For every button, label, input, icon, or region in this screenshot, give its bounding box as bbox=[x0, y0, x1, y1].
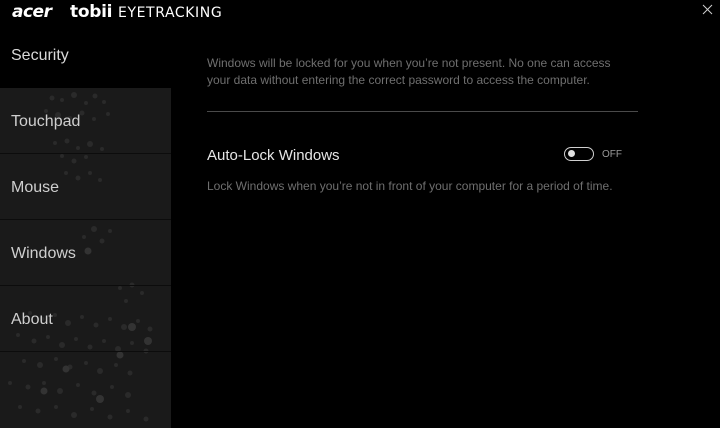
sidebar-item-security[interactable]: Security bbox=[0, 23, 171, 88]
auto-lock-toggle[interactable] bbox=[564, 147, 594, 161]
sidebar-item-label: About bbox=[11, 311, 53, 328]
main-content: Windows will be locked for you when you’… bbox=[171, 23, 720, 428]
close-button[interactable] bbox=[700, 2, 716, 18]
sidebar-item-mouse[interactable]: Mouse bbox=[0, 155, 171, 220]
sidebar-item-touchpad[interactable]: Touchpad bbox=[0, 89, 171, 154]
app-window: acer tobii EYETRACKING Security Touchpad… bbox=[0, 0, 720, 428]
divider bbox=[207, 111, 638, 112]
sidebar-item-windows[interactable]: Windows bbox=[0, 221, 171, 286]
auto-lock-title: Auto-Lock Windows bbox=[207, 147, 340, 164]
title-bar: acer tobii EYETRACKING bbox=[0, 0, 720, 23]
auto-lock-description: Lock Windows when you’re not in front of… bbox=[207, 179, 613, 193]
sidebar-item-label: Mouse bbox=[11, 179, 60, 196]
security-description: Windows will be locked for you when you’… bbox=[207, 56, 611, 87]
close-icon bbox=[702, 4, 713, 15]
sidebar-item-about[interactable]: About bbox=[0, 287, 171, 352]
toggle-state-label: OFF bbox=[602, 149, 622, 160]
sidebar-item-label: Security bbox=[11, 47, 69, 64]
sidebar-item-label: Touchpad bbox=[11, 113, 81, 130]
eyetracking-logo-text: EYETRACKING bbox=[118, 5, 223, 21]
tobii-logo: tobii bbox=[70, 2, 113, 22]
toggle-knob bbox=[568, 150, 575, 157]
sidebar-item-label: Windows bbox=[11, 245, 76, 262]
sidebar: Security Touchpad Mouse Windows About bbox=[0, 23, 171, 428]
acer-logo: acer bbox=[12, 2, 52, 22]
